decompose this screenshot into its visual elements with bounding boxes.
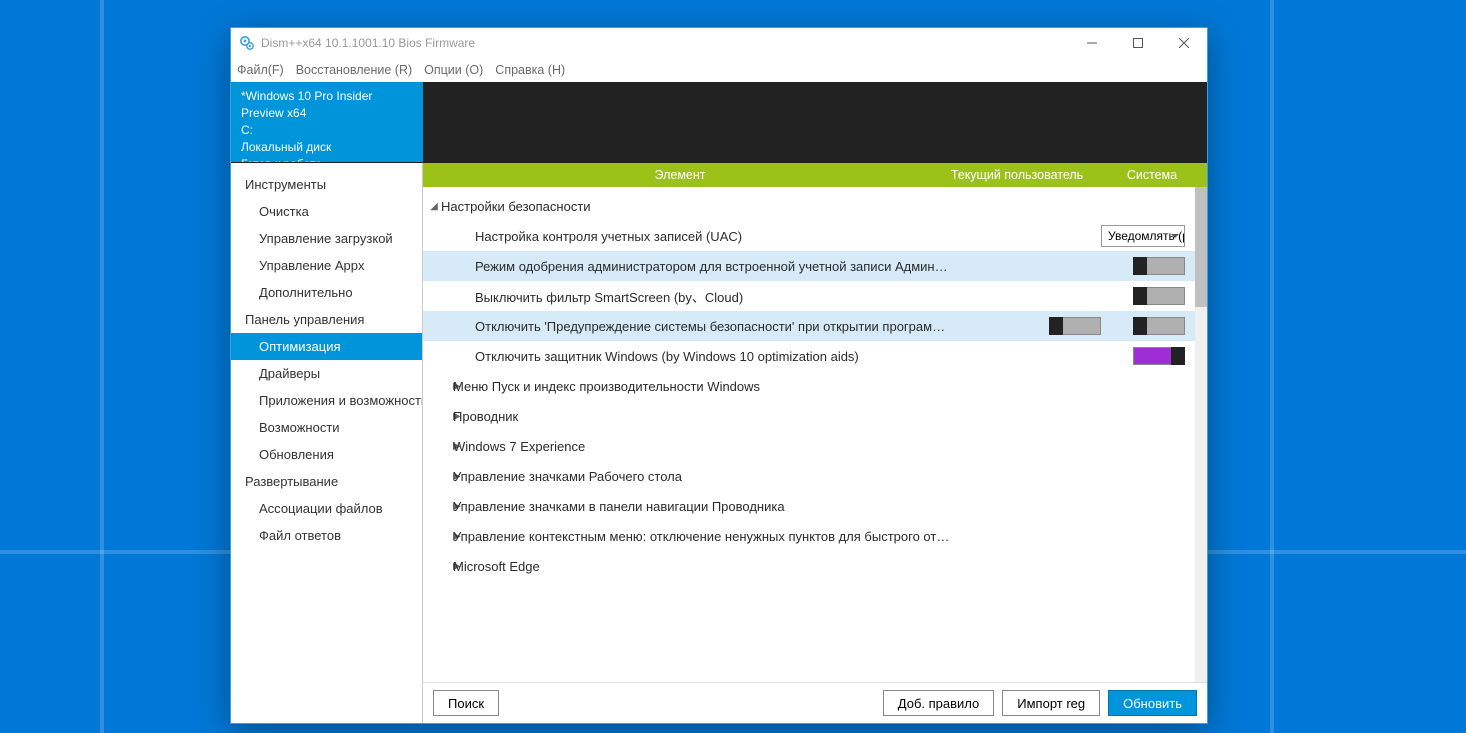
sidebar-item[interactable]: Управление Appx: [231, 252, 422, 279]
tree-row[interactable]: ▶Проводник: [423, 401, 1195, 431]
toggle-switch-system[interactable]: [1133, 317, 1185, 335]
caret-right-icon[interactable]: ▶: [423, 501, 453, 512]
tree-label: Управление контекстным меню: отключение …: [453, 529, 951, 544]
tree-label: Microsoft Edge: [453, 559, 951, 574]
window-title: Dism++x64 10.1.1001.10 Bios Firmware: [261, 36, 475, 50]
info-strip: *Windows 10 Pro Insider Preview x64 C: Л…: [231, 82, 1207, 162]
caret-right-icon[interactable]: ▶: [423, 531, 453, 542]
sidebar-item[interactable]: Файл ответов: [231, 522, 422, 549]
sidebar-item[interactable]: Драйверы: [231, 360, 422, 387]
col-current-user: Текущий пользователь: [937, 168, 1097, 182]
caret-down-icon[interactable]: ◢: [423, 201, 441, 212]
tree-row[interactable]: ▶Windows 7 Experience: [423, 431, 1195, 461]
app-icon: [239, 35, 255, 51]
info-dark-area: [423, 82, 1207, 162]
app-window: Dism++x64 10.1.1001.10 Bios Firmware Фай…: [230, 27, 1208, 724]
tree-row[interactable]: ▶Microsoft Edge: [423, 551, 1195, 581]
caret-right-icon[interactable]: ▶: [423, 411, 453, 422]
sidebar: ИнструментыОчисткаУправление загрузкойУп…: [231, 163, 423, 723]
col-element: Элемент: [423, 168, 937, 182]
caret-right-icon[interactable]: ▶: [423, 471, 453, 482]
content-pane: Элемент Текущий пользователь Система ◢На…: [423, 163, 1207, 723]
add-rule-button[interactable]: Доб. правило: [883, 690, 994, 716]
bottom-toolbar: Поиск Доб. правило Импорт reg Обновить: [423, 683, 1207, 723]
toggle-switch[interactable]: [1133, 287, 1185, 305]
settings-tree[interactable]: ◢Настройки безопасностиНастройка контрол…: [423, 187, 1195, 682]
tree-row[interactable]: ◢Настройки безопасности: [423, 191, 1195, 221]
tree-row[interactable]: ▶Управление значками в панели навигации …: [423, 491, 1195, 521]
toggle-switch[interactable]: [1133, 257, 1185, 275]
tree-row[interactable]: Выключить фильтр SmartScreen (by、Cloud): [423, 281, 1195, 311]
info-disk: Локальный диск: [241, 139, 413, 156]
toggle-switch-user[interactable]: [1049, 317, 1101, 335]
tree-label: Проводник: [453, 409, 951, 424]
caret-right-icon[interactable]: ▶: [423, 381, 453, 392]
title-bar[interactable]: Dism++x64 10.1.1001.10 Bios Firmware: [231, 28, 1207, 58]
maximize-button[interactable]: [1115, 28, 1161, 58]
search-button[interactable]: Поиск: [433, 690, 499, 716]
tree-label: Отключить 'Предупреждение системы безопа…: [475, 319, 951, 334]
main-area: ИнструментыОчисткаУправление загрузкойУп…: [231, 162, 1207, 723]
sidebar-item[interactable]: Оптимизация: [231, 333, 422, 360]
tree-row[interactable]: Режим одобрения администратором для встр…: [423, 251, 1195, 281]
sidebar-item[interactable]: Возможности: [231, 414, 422, 441]
tree-label: Выключить фильтр SmartScreen (by、Cloud): [475, 287, 951, 306]
tree-label: Меню Пуск и индекс производительности Wi…: [453, 379, 951, 394]
tree-label: Отключить защитник Windows (by Windows 1…: [475, 349, 951, 364]
sidebar-group: Инструменты: [231, 171, 422, 198]
refresh-button[interactable]: Обновить: [1108, 690, 1197, 716]
import-reg-button[interactable]: Импорт reg: [1002, 690, 1100, 716]
tree-row[interactable]: Отключить защитник Windows (by Windows 1…: [423, 341, 1195, 371]
menu-file[interactable]: Файл(F): [237, 63, 284, 77]
toggle-switch[interactable]: [1133, 347, 1185, 365]
menu-help[interactable]: Справка (H): [495, 63, 565, 77]
system-info-panel[interactable]: *Windows 10 Pro Insider Preview x64 C: Л…: [231, 82, 423, 162]
column-header: Элемент Текущий пользователь Система: [423, 163, 1207, 187]
minimize-button[interactable]: [1069, 28, 1115, 58]
sidebar-item[interactable]: Очистка: [231, 198, 422, 225]
sidebar-item[interactable]: Управление загрузкой: [231, 225, 422, 252]
tree-row[interactable]: Отключить 'Предупреждение системы безопа…: [423, 311, 1195, 341]
info-os: *Windows 10 Pro Insider Preview x64: [241, 88, 413, 122]
tree-label: Windows 7 Experience: [453, 439, 951, 454]
tree-row[interactable]: ▶Меню Пуск и индекс производительности W…: [423, 371, 1195, 401]
sidebar-group: Панель управления: [231, 306, 422, 333]
caret-right-icon[interactable]: ▶: [423, 441, 453, 452]
caret-right-icon[interactable]: ▶: [423, 561, 453, 572]
tree-label: Управление значками в панели навигации П…: [453, 499, 951, 514]
uac-dropdown[interactable]: Уведомлять (реком: [1101, 225, 1185, 247]
tree-row[interactable]: ▶Управление контекстным меню: отключение…: [423, 521, 1195, 551]
tree-row[interactable]: ▶Управление значками Рабочего стола: [423, 461, 1195, 491]
menu-restore[interactable]: Восстановление (R): [296, 63, 412, 77]
info-drive: C:: [241, 122, 413, 139]
tree-label: Режим одобрения администратором для встр…: [475, 259, 951, 274]
tree-label: Управление значками Рабочего стола: [453, 469, 951, 484]
sidebar-item[interactable]: Обновления: [231, 441, 422, 468]
sidebar-item[interactable]: Дополнительно: [231, 279, 422, 306]
tree-row[interactable]: Настройка контроля учетных записей (UAC)…: [423, 221, 1195, 251]
tree-label: Настройка контроля учетных записей (UAC): [475, 229, 951, 244]
scrollbar-thumb[interactable]: [1195, 187, 1207, 307]
sidebar-group: Развертывание: [231, 468, 422, 495]
sidebar-item[interactable]: Ассоциации файлов: [231, 495, 422, 522]
sidebar-item[interactable]: Приложения и возможности: [231, 387, 422, 414]
menu-options[interactable]: Опции (O): [424, 63, 483, 77]
tree-label: Настройки безопасности: [441, 199, 951, 214]
col-system: Система: [1097, 168, 1207, 182]
menu-bar: Файл(F) Восстановление (R) Опции (O) Спр…: [231, 58, 1207, 82]
close-button[interactable]: [1161, 28, 1207, 58]
